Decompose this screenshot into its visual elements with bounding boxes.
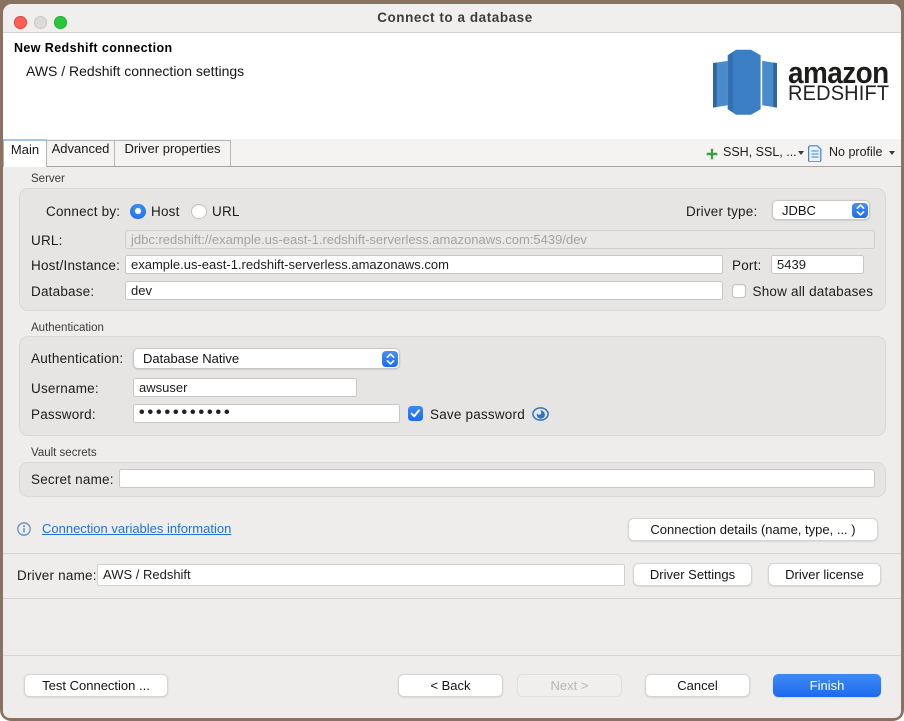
show-all-databases-checkbox[interactable] [732,284,747,299]
tab-driver-properties[interactable]: Driver properties [114,140,231,166]
separator [3,655,901,656]
profile-caret-icon[interactable] [889,151,895,155]
port-input[interactable]: 5439 [771,255,864,274]
plus-icon [706,147,718,159]
authentication-label: Authentication: [31,352,123,366]
server-section-label: Server [31,174,65,186]
redshift-wordmark: REDSHIFT [788,83,889,104]
select-stepper-icon [852,203,868,218]
save-password-label: Save password [430,408,525,422]
connect-by-url-radio[interactable] [191,204,207,220]
driver-name-label: Driver name: [17,569,97,583]
select-stepper-icon [382,351,398,367]
page-subtitle: AWS / Redshift connection settings [26,64,244,78]
driver-settings-button[interactable]: Driver Settings [633,563,752,586]
profile-menu[interactable]: No profile [829,146,883,159]
authentication-section-label: Authentication [31,323,104,335]
port-label: Port: [732,259,762,273]
username-label: Username: [31,382,99,396]
ssh-ssl-caret-icon[interactable] [798,151,804,155]
separator [3,598,901,599]
vault-section-label: Vault secrets [31,448,97,460]
connect-by-host-label: Host [151,205,180,219]
tab-main[interactable]: Main [3,139,47,167]
authentication-select[interactable]: Database Native [133,348,400,369]
show-all-databases-label: Show all databases [753,285,874,299]
password-input[interactable]: ••••••••••• [133,404,400,423]
database-input[interactable]: dev [125,281,723,300]
driver-type-label: Driver type: [686,205,757,219]
password-label: Password: [31,408,96,422]
show-password-eye-icon[interactable] [532,407,549,421]
password-masked-value: ••••••••••• [139,404,233,421]
connect-by-host-radio[interactable] [130,204,146,220]
driver-license-button[interactable]: Driver license [768,563,881,586]
host-label: Host/Instance: [31,259,120,273]
ssh-ssl-menu[interactable]: SSH, SSL, ... [723,146,797,159]
url-label: URL: [31,234,63,248]
authentication-value: Database Native [134,351,239,366]
next-button[interactable]: Next > [517,674,622,697]
secret-name-label: Secret name: [31,473,114,487]
driver-type-value: JDBC [773,203,816,218]
driver-type-select[interactable]: JDBC [772,200,870,220]
username-input[interactable]: awsuser [133,378,357,397]
info-icon [17,522,31,536]
back-button[interactable]: < Back [398,674,503,697]
title-bar: Connect to a database [3,4,901,33]
secret-name-input[interactable] [119,469,875,488]
connection-variables-link[interactable]: Connection variables information [42,522,231,535]
dialog-title: Connect to a database [6,11,901,25]
page-title: New Redshift connection [14,42,173,55]
host-input[interactable]: example.us-east-1.redshift-serverless.am… [125,255,723,274]
profile-document-icon [808,145,822,162]
url-input[interactable]: jdbc:redshift://example.us-east-1.redshi… [125,230,875,249]
connect-by-url-label: URL [212,205,240,219]
save-password-checkbox[interactable] [408,406,423,421]
database-label: Database: [31,285,94,299]
driver-name-value: AWS / Redshift [97,564,625,586]
separator [3,553,901,554]
dialog-window: Connect to a database New Redshift conne… [3,4,901,718]
connection-details-button[interactable]: Connection details (name, type, ... ) [628,518,878,541]
redshift-logo-icon [713,49,777,122]
finish-button[interactable]: Finish [773,674,881,697]
test-connection-button[interactable]: Test Connection ... [24,674,168,697]
tab-advanced[interactable]: Advanced [46,140,115,166]
cancel-button[interactable]: Cancel [645,674,750,697]
connect-by-label: Connect by: [46,205,120,219]
